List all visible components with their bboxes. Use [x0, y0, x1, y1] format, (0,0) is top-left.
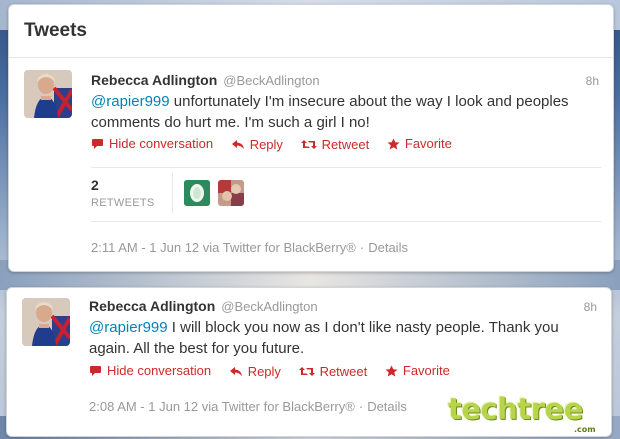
- reply-button[interactable]: Reply: [231, 137, 283, 152]
- page-title: Tweets: [24, 20, 88, 41]
- tweet-datetime[interactable]: 2:11 AM - 1 Jun 12 via Twitter for Black…: [91, 240, 356, 255]
- retweet-button[interactable]: Retweet: [300, 136, 370, 152]
- divider: [91, 221, 601, 222]
- tweet-meta: 2:11 AM - 1 Jun 12 via Twitter for Black…: [91, 240, 408, 255]
- retweet-label: Retweet: [321, 136, 370, 152]
- hide-conversation-label: Hide conversation: [109, 136, 214, 151]
- mention-link[interactable]: @rapier999: [89, 319, 168, 336]
- avatar[interactable]: [24, 70, 72, 118]
- details-link[interactable]: Details: [368, 240, 408, 255]
- favorite-label: Favorite: [404, 136, 452, 151]
- retweet-count[interactable]: 2: [91, 177, 99, 193]
- retweet-button[interactable]: Retweet: [298, 363, 368, 379]
- favorite-label: Favorite: [402, 363, 450, 378]
- tweet-text: @rapier999 unfortunately I'm insecure ab…: [91, 91, 601, 133]
- favorite-button[interactable]: Favorite: [387, 136, 452, 151]
- details-link[interactable]: Details: [367, 399, 407, 414]
- hide-conversation-button[interactable]: Hide conversation: [91, 136, 213, 151]
- retweet-icon: [298, 366, 315, 376]
- retweet-label: Retweet: [319, 363, 368, 379]
- watermark-suffix: .com: [574, 425, 596, 434]
- author-fullname[interactable]: Rebecca Adlington: [91, 72, 217, 88]
- reply-label: Reply: [249, 136, 283, 152]
- star-icon: [385, 365, 398, 376]
- divider: [9, 57, 613, 58]
- tweet-author[interactable]: Rebecca Adlington @BeckAdlington: [89, 298, 318, 314]
- hide-conversation-button[interactable]: Hide conversation: [89, 363, 211, 378]
- avatar[interactable]: [22, 298, 70, 346]
- retweet-icon: [300, 139, 317, 149]
- watermark-logo: techtree: [448, 392, 583, 426]
- retweeter-avatar[interactable]: [218, 180, 244, 206]
- tweets-panel: Tweets Rebecca Adlington @BeckAdlington 8…: [8, 4, 614, 272]
- star-icon: [387, 138, 400, 149]
- author-username[interactable]: @BeckAdlington: [223, 73, 319, 88]
- separator: ·: [359, 240, 365, 255]
- reply-arrow-icon: [229, 366, 242, 376]
- speech-bubble-icon: [90, 365, 101, 376]
- tweet-actions: Hide conversation Reply Retweet Favorite: [89, 363, 464, 380]
- tweet-timestamp[interactable]: 8h: [586, 74, 599, 88]
- author-username[interactable]: @BeckAdlington: [221, 299, 317, 314]
- tweet-meta: 2:08 AM - 1 Jun 12 via Twitter for Black…: [89, 399, 407, 414]
- tweet-actions: Hide conversation Reply Retweet Favorite: [91, 136, 466, 153]
- reply-button[interactable]: Reply: [229, 364, 281, 379]
- reply-arrow-icon: [231, 139, 244, 149]
- divider: [91, 167, 601, 168]
- mention-link[interactable]: @rapier999: [91, 93, 170, 110]
- author-fullname[interactable]: Rebecca Adlington: [89, 298, 215, 314]
- tweet-text: @rapier999 I will block you now as I don…: [89, 317, 599, 359]
- tweet-datetime[interactable]: 2:08 AM - 1 Jun 12 via Twitter for Black…: [89, 399, 355, 414]
- favorite-button[interactable]: Favorite: [385, 363, 450, 378]
- reply-label: Reply: [247, 363, 281, 379]
- hide-conversation-label: Hide conversation: [107, 363, 212, 378]
- retweeter-avatar[interactable]: [184, 180, 210, 206]
- speech-bubble-icon: [92, 138, 103, 149]
- tweet-author[interactable]: Rebecca Adlington @BeckAdlington: [91, 72, 320, 88]
- divider: [172, 173, 173, 213]
- retweets-label[interactable]: RETWEETS: [91, 197, 155, 209]
- separator: ·: [358, 399, 364, 414]
- tweet-timestamp[interactable]: 8h: [584, 300, 597, 314]
